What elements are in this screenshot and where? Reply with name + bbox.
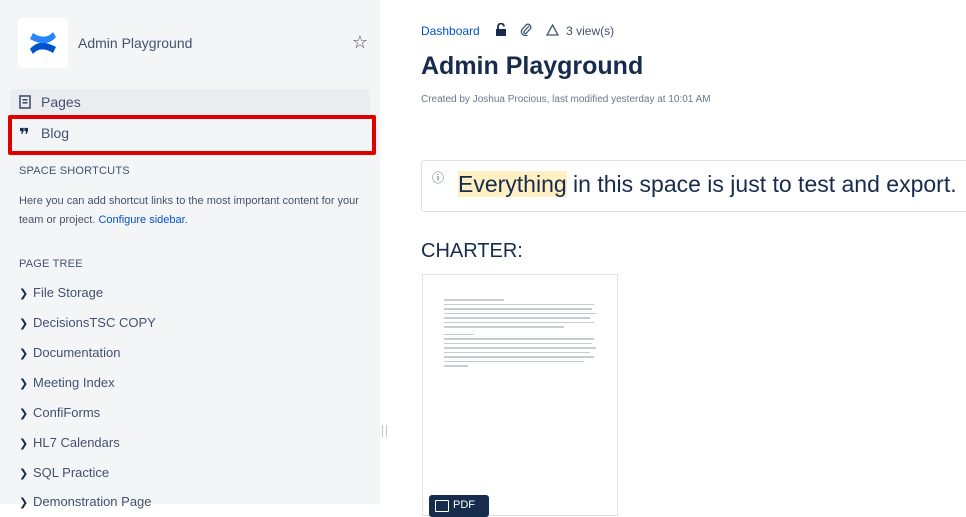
highlight-box [8,115,376,155]
document-preview-lines [444,299,596,370]
chevron-right-icon[interactable]: ❯ [19,314,33,334]
shortcuts-description: Here you can add shortcut links to the m… [19,195,359,226]
tree-item[interactable]: ❯ SQL Practice [19,463,109,483]
sidebar-item-label: Pages [41,94,81,110]
charter-heading: CHARTER: [421,240,523,262]
tree-item[interactable]: ❯ DecisionsTSC COPY [19,313,156,333]
chevron-right-icon[interactable]: ❯ [19,464,33,484]
pdf-badge: PDF [429,495,489,517]
chevron-right-icon[interactable]: ❯ [19,344,33,364]
space-name[interactable]: Admin Playground [78,35,192,51]
space-header: Admin Playground ☆ [18,18,368,68]
pdf-attachment-preview[interactable]: PDF [422,274,618,517]
breadcrumb: Dashboard 3 view(s) [421,22,614,40]
space-shortcuts-title: SPACE SHORTCUTS [19,165,130,177]
tree-item[interactable]: ❯ File Storage [19,283,103,303]
unlock-icon[interactable] [495,22,507,41]
view-count[interactable]: 3 view(s) [566,24,614,38]
confluence-logo-icon[interactable] [18,18,68,68]
page-tree-title: PAGE TREE [19,258,83,270]
analytics-triangle-icon[interactable] [545,23,559,41]
chevron-right-icon[interactable]: ❯ [19,434,33,454]
tree-item[interactable]: ❯ ConfiForms [19,403,100,423]
chevron-right-icon[interactable]: ❯ [19,284,33,304]
sidebar-item-pages[interactable]: Pages [10,89,370,115]
pages-icon [19,89,35,115]
attachment-icon[interactable] [520,23,532,41]
tree-item[interactable]: ❯ Demonstration Page [19,492,152,512]
breadcrumb-dashboard-link[interactable]: Dashboard [421,24,480,38]
configure-sidebar-link[interactable]: Configure sidebar [98,214,184,226]
info-icon: ⓘ [432,171,445,185]
tree-item[interactable]: ❯ Documentation [19,343,120,363]
main-content: Dashboard 3 view(s) Admin Playground Cre… [385,0,966,517]
info-panel: ⓘ Everything in this space is just to te… [421,160,966,212]
sidebar: Admin Playground ☆ Pages ❞ Blog SPACE SH… [0,0,380,509]
info-panel-text: Everything in this space is just to test… [458,171,957,197]
chevron-right-icon[interactable]: ❯ [19,374,33,394]
page-byline: Created by Joshua Procious, last modifie… [421,94,711,105]
tree-item[interactable]: ❯ HL7 Calendars [19,433,120,453]
star-icon[interactable]: ☆ [352,32,368,52]
chevron-right-icon[interactable]: ❯ [19,404,33,424]
tree-item[interactable]: ❯ Meeting Index [19,373,115,393]
chevron-right-icon[interactable]: ❯ [19,493,33,513]
file-icon [435,500,449,512]
page-title: Admin Playground [421,52,644,80]
